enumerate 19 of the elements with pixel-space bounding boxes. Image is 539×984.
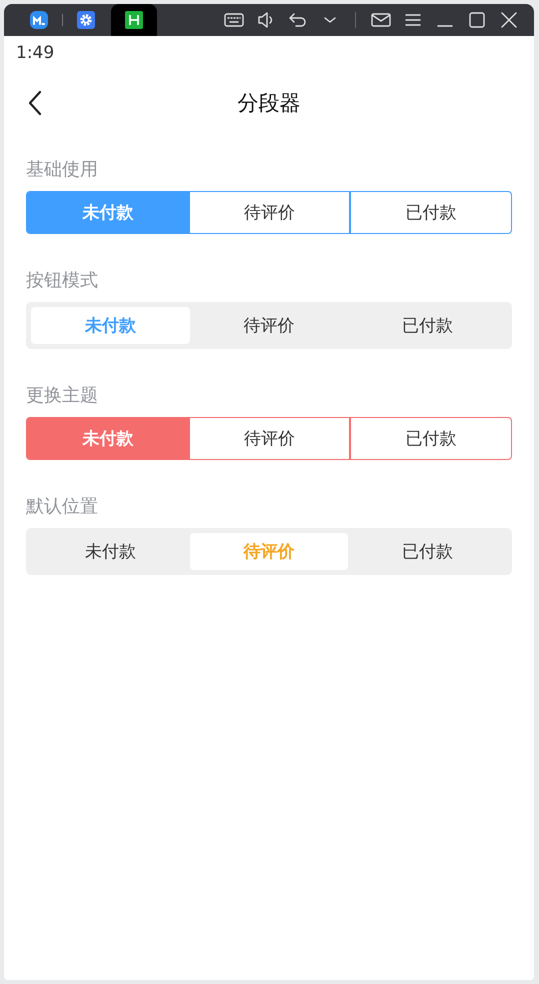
page-title: 分段器	[238, 90, 300, 117]
window-tab[interactable]	[111, 4, 157, 36]
section-label: 按钮模式	[26, 269, 99, 290]
gear-icon	[76, 10, 96, 30]
segment-tab[interactable]: 待评价	[190, 307, 348, 344]
back-icon[interactable]	[28, 90, 42, 116]
section-label: 更换主题	[26, 384, 99, 405]
letter-tile-icon	[124, 10, 144, 30]
segment-tab[interactable]: 已付款	[349, 192, 511, 233]
segment-tab[interactable]: 待评价	[188, 418, 350, 459]
segment-tab[interactable]: 已付款	[349, 418, 511, 459]
status-time: 1:49	[16, 42, 56, 65]
section-label: 基础使用	[26, 158, 99, 179]
section-label: 默认位置	[26, 495, 99, 516]
segment-tab[interactable]: 未付款	[31, 533, 190, 570]
segment-tab[interactable]: 已付款	[348, 307, 508, 344]
segment-tab[interactable]: 已付款	[348, 533, 508, 570]
segment-tab[interactable]: 待评价	[188, 192, 350, 233]
app-icon	[29, 10, 49, 30]
